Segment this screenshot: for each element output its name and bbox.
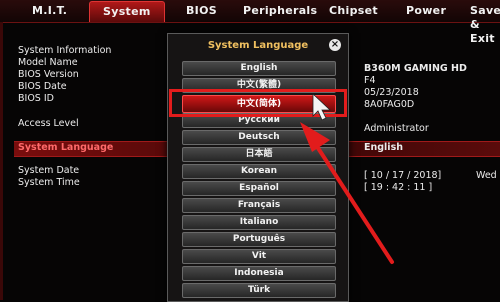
dialog-title: System Language [207, 40, 309, 51]
top-tab-bar: M.I.T. System BIOS Peripherals Chipset P… [0, 0, 500, 45]
tab-mit[interactable]: M.I.T. [32, 4, 67, 18]
bios-version-value: F4 [364, 75, 376, 86]
language-option-portuguese[interactable]: Português [182, 232, 336, 247]
language-option-indonesian[interactable]: Indonesia [182, 266, 336, 281]
language-option-english[interactable]: English [182, 61, 336, 76]
system-date-weekday: Wed [476, 170, 497, 181]
system-date-label: System Date [18, 165, 80, 176]
model-name-label: Model Name [18, 57, 78, 68]
bios-date-value: 05/23/2018 [364, 87, 419, 98]
tab-bios[interactable]: BIOS [186, 4, 217, 18]
language-option-vietnamese[interactable]: Vit [182, 249, 336, 264]
language-option-spanish[interactable]: Español [182, 181, 336, 196]
tab-save-exit[interactable]: Save & Exit [470, 4, 500, 45]
access-level-value: Administrator [364, 123, 429, 134]
system-time-label: System Time [18, 177, 80, 188]
system-time-value[interactable]: [ 19 : 42 : 11 ] [364, 182, 432, 193]
system-information-heading: System Information [18, 45, 112, 56]
annotation-highlight-box [169, 89, 347, 117]
language-option-turkish[interactable]: Türk [182, 283, 336, 298]
system-language-value[interactable]: English [364, 142, 403, 153]
tab-power[interactable]: Power [406, 4, 446, 18]
bios-id-label: BIOS ID [18, 93, 54, 104]
language-option-german[interactable]: Deutsch [182, 130, 336, 145]
system-language-label: System Language [18, 142, 114, 153]
access-level-label: Access Level [18, 118, 79, 129]
language-option-italian[interactable]: Italiano [182, 215, 336, 230]
bios-version-label: BIOS Version [18, 69, 79, 80]
language-option-korean[interactable]: Korean [182, 164, 336, 179]
model-name-value: B360M GAMING HD [364, 63, 467, 74]
tab-system[interactable]: System [89, 1, 165, 22]
system-language-dialog: System Language × English 中文(繁體) 中文(简体) … [167, 33, 349, 302]
language-option-japanese[interactable]: 日本語 [182, 147, 336, 162]
close-icon[interactable]: × [329, 39, 341, 51]
tab-chipset[interactable]: Chipset [329, 4, 378, 18]
left-edge-decoration [0, 22, 3, 300]
bios-date-label: BIOS Date [18, 81, 67, 92]
system-date-value[interactable]: [ 10 / 17 / 2018] [364, 170, 441, 181]
language-option-french[interactable]: Français [182, 198, 336, 213]
bios-id-value: 8A0FAG0D [364, 99, 415, 110]
tab-peripherals[interactable]: Peripherals [243, 4, 317, 18]
